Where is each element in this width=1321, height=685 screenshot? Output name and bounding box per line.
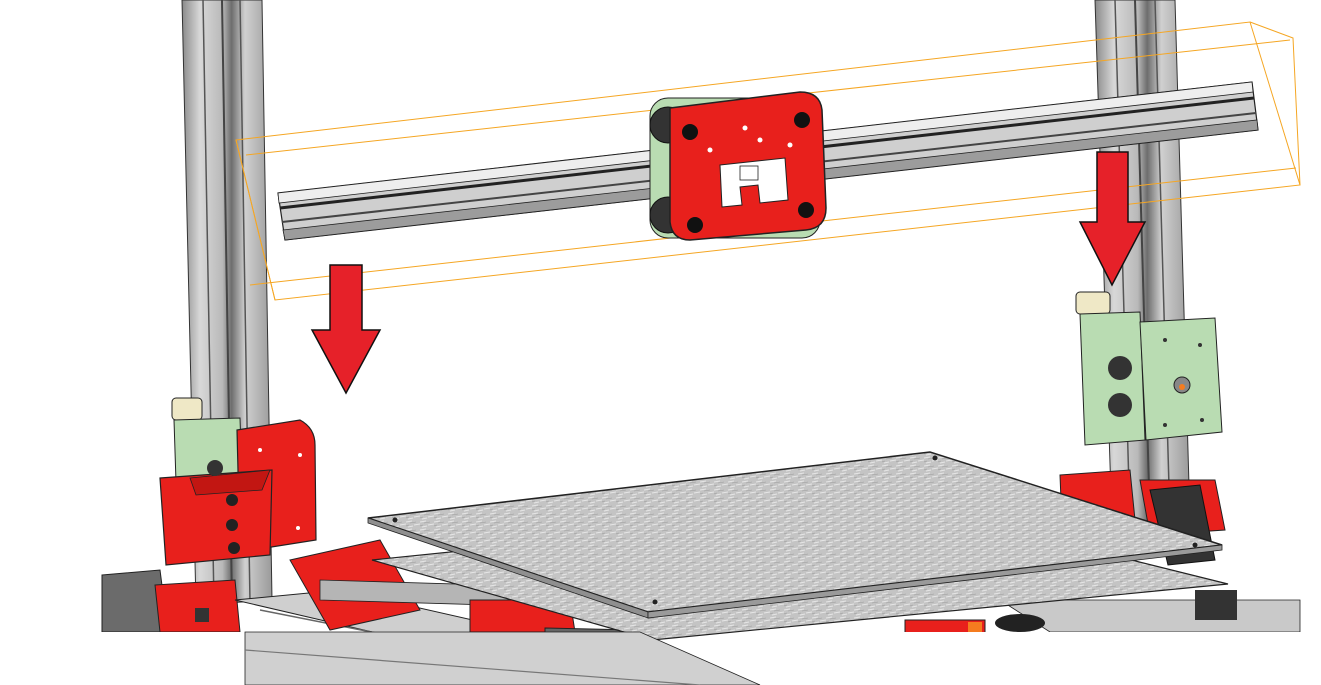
left-z-carriage: [159, 397, 317, 566]
render-clip-left: [0, 632, 245, 685]
cad-render-canvas: [0, 0, 1321, 685]
render-clip-right: [760, 632, 1321, 685]
x-carriage: [649, 91, 827, 241]
printer-assembly-illustration: [0, 0, 1321, 685]
left-down-arrow: [310, 264, 382, 395]
front-rail: [244, 631, 761, 685]
